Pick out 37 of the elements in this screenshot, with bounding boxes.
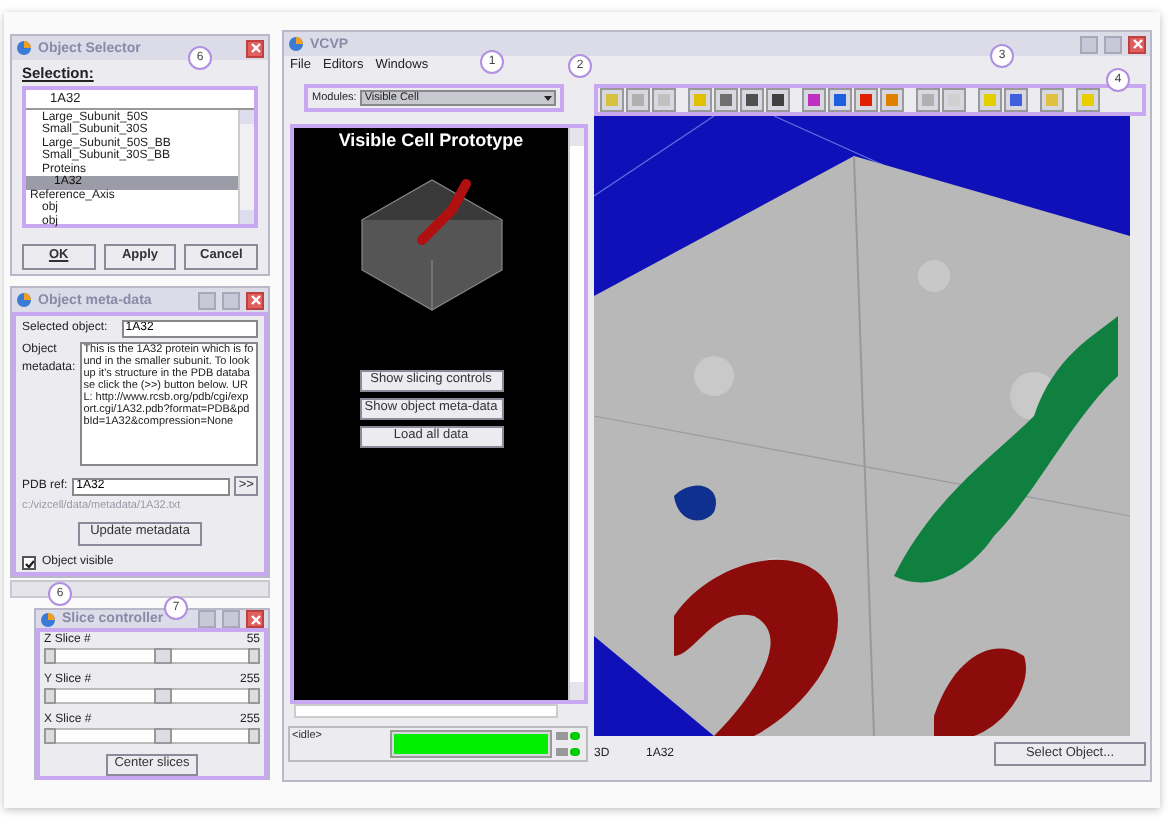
close-button[interactable] bbox=[246, 39, 264, 57]
arrow-right-button[interactable] bbox=[248, 648, 260, 664]
app-icon bbox=[40, 611, 56, 627]
app-icon bbox=[16, 292, 32, 308]
slider-thumb[interactable] bbox=[153, 648, 172, 664]
toolbar-icon[interactable] bbox=[714, 88, 738, 112]
scrollbar[interactable] bbox=[568, 128, 584, 700]
arrow-right-button[interactable] bbox=[248, 688, 260, 704]
panel-title: Visible Cell Prototype bbox=[338, 132, 524, 150]
dropdown-caret-icon[interactable] bbox=[544, 95, 552, 101]
arrow-left-button[interactable] bbox=[44, 648, 56, 664]
app-icon bbox=[16, 40, 32, 56]
minimize-button[interactable] bbox=[198, 610, 216, 628]
close-button[interactable] bbox=[1128, 35, 1146, 53]
checkbox[interactable] bbox=[22, 555, 36, 569]
maximize-button[interactable] bbox=[1104, 35, 1122, 53]
minimize-button[interactable] bbox=[1080, 35, 1098, 53]
close-button[interactable] bbox=[246, 291, 264, 309]
maximize-button[interactable] bbox=[222, 291, 240, 309]
minimize-button[interactable] bbox=[198, 291, 216, 309]
scrollbar[interactable] bbox=[294, 704, 558, 718]
toolbar-icon[interactable] bbox=[1004, 88, 1028, 112]
toolbar-icon[interactable] bbox=[740, 88, 764, 112]
scrollbar[interactable] bbox=[238, 109, 254, 223]
indicator-lights-icon bbox=[556, 730, 580, 758]
close-button[interactable] bbox=[246, 610, 264, 628]
toolbar-icon[interactable] bbox=[802, 88, 826, 112]
slider-thumb[interactable] bbox=[153, 728, 172, 744]
arrow-right-button[interactable] bbox=[248, 728, 260, 744]
arrow-left-button[interactable] bbox=[44, 688, 56, 704]
app-icon bbox=[288, 36, 304, 52]
toolbar-icon[interactable] bbox=[828, 88, 852, 112]
slider-thumb[interactable] bbox=[153, 688, 172, 704]
toolbar-icon[interactable] bbox=[766, 88, 790, 112]
maximize-button[interactable] bbox=[222, 610, 240, 628]
toolbar-icon[interactable] bbox=[854, 88, 878, 112]
arrow-left-button[interactable] bbox=[44, 728, 56, 744]
